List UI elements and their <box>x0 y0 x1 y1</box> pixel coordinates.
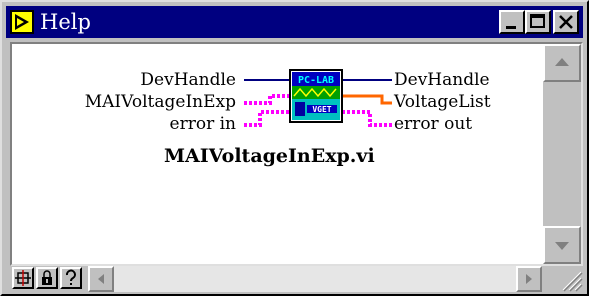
scroll-left-button[interactable] <box>88 266 114 292</box>
help-question-icon <box>66 269 76 285</box>
input-label-devhandle: DevHandle <box>140 70 236 90</box>
close-button[interactable] <box>553 10 579 34</box>
scroll-up-button[interactable] <box>543 44 581 82</box>
wire-error-out <box>342 110 392 127</box>
resize-grip-icon[interactable] <box>555 266 583 292</box>
output-label-error-out: error out <box>394 114 473 134</box>
labview-help-icon[interactable] <box>10 10 34 34</box>
wire-error-in <box>244 110 290 127</box>
wire-maivoltage-in <box>244 94 290 105</box>
block-diagram-icon <box>15 270 31 286</box>
output-label-voltagelist: VoltageList <box>394 92 491 112</box>
scroll-down-button[interactable] <box>543 226 581 264</box>
minimize-button[interactable] <box>499 10 525 34</box>
scroll-right-button[interactable] <box>516 266 542 292</box>
horizontal-scrollbar[interactable] <box>88 266 542 292</box>
help-content-pane: PC-LAB VGET DevHandle MAIVoltageInExp er… <box>10 42 583 266</box>
maximize-icon <box>530 14 545 28</box>
vi-icon-line2: VGET <box>312 105 331 114</box>
arrow-left-icon <box>98 274 104 284</box>
window-title: Help <box>40 10 91 34</box>
arrow-up-icon <box>555 58 569 66</box>
lock-button[interactable] <box>36 267 58 289</box>
vi-icon-line1: PC-LAB <box>298 75 334 86</box>
help-window: Help PC-LAB VGET DevHandle MAIVoltageInE… <box>0 0 589 296</box>
arrow-down-icon <box>555 242 569 250</box>
title-bar[interactable]: Help <box>6 6 583 38</box>
maximize-button[interactable] <box>525 10 551 34</box>
arrow-right-icon <box>526 274 532 284</box>
output-label-devhandle: DevHandle <box>394 70 490 90</box>
vi-name: MAIVoltageInExp.vi <box>164 145 375 167</box>
wire-voltagelist-out <box>342 94 392 105</box>
lock-icon <box>42 270 52 285</box>
help-question-button[interactable] <box>60 267 82 289</box>
vi-icon: PC-LAB VGET <box>289 69 343 123</box>
vertical-scrollbar[interactable] <box>543 44 581 264</box>
input-label-maivoltageinexp: MAIVoltageInExp <box>84 92 236 112</box>
input-label-error-in: error in <box>169 114 236 134</box>
close-icon <box>559 15 573 29</box>
minimize-icon <box>506 26 516 29</box>
block-diagram-button[interactable] <box>12 267 34 289</box>
bottom-toolbar <box>10 266 583 292</box>
